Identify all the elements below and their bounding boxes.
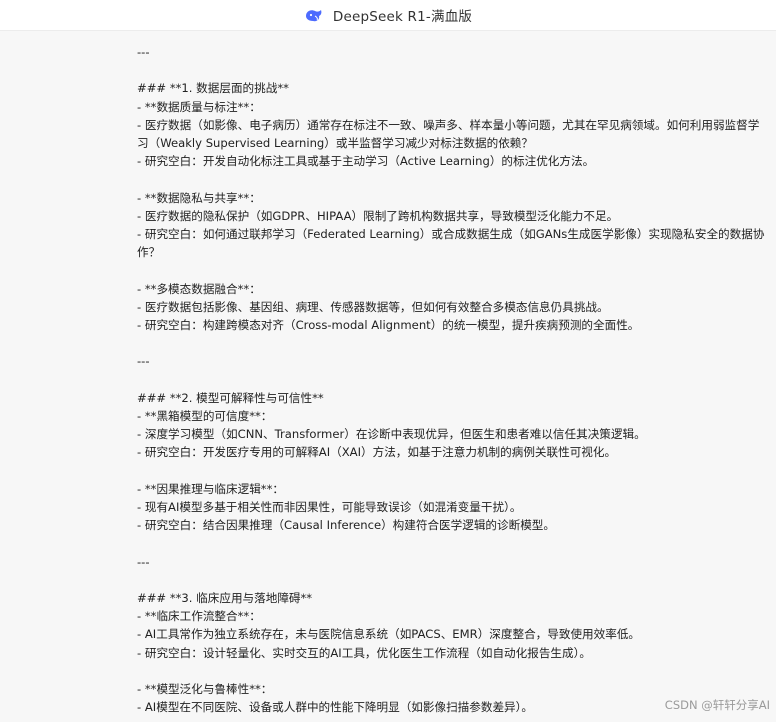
text-line: - 研究空白：构建跨模态对齐（Cross-modal Alignment）的统一… xyxy=(137,318,640,332)
text-line: - **数据质量与标注**： xyxy=(137,99,261,114)
text-line: ### **1. 数据层面的挑战** xyxy=(137,81,289,96)
text-line: - **临床工作流整合**： xyxy=(137,609,261,624)
text-line: - **模型泛化与鲁棒性**： xyxy=(137,681,273,696)
watermark: CSDN @轩轩分享AI xyxy=(664,698,770,712)
text-line: - AI工具常作为独立系统存在，未与医院信息系统（如PACS、EMR）深度整合，… xyxy=(137,627,641,642)
text-line: - 医疗数据的隐私保护（如GDPR、HIPAA）限制了跨机构数据共享，导致模型泛… xyxy=(137,208,619,223)
title-bar: DeepSeek R1-满血版 xyxy=(0,0,776,31)
text-line: - 医疗数据包括影像、基因组、病理、传感器数据等，但如何有效整合多模态信息仍具挑… xyxy=(137,299,609,314)
deepseek-whale-icon xyxy=(304,7,324,23)
window-title: DeepSeek R1-满血版 xyxy=(332,9,473,25)
text-line: - 现有AI模型多基于相关性而非因果性，可能导致误诊（如混淆变量干扰）。 xyxy=(137,499,522,514)
chat-content[interactable]: --- ### **1. 数据层面的挑战** - **数据质量与标注**： - 医疗… xyxy=(0,31,776,722)
text-line: - 深度学习模型（如CNN、Transformer）在诊断中表现优异，但医生和患… xyxy=(137,427,646,442)
text-line: - 研究空白：开发自动化标注工具或基于主动学习（Active Learning）… xyxy=(137,154,595,169)
text-line: --- xyxy=(137,45,150,59)
text-line: - **数据隐私与共享**： xyxy=(137,190,261,205)
text-line: - 研究空白：设计轻量化、实时交互的AI工具，优化医生工作流程（如自动化报告生成… xyxy=(137,645,591,660)
text-line: - **黑箱模型的可信度**： xyxy=(137,408,273,423)
message-body: --- ### **1. 数据层面的挑战** - **数据质量与标注**： - 医疗… xyxy=(137,43,767,716)
text-line: - 研究空白：结合因果推理（Causal Inference）构建符合医学逻辑的… xyxy=(137,518,555,533)
text-line: - 医疗数据（如影像、电子病历）通常存在标注不一致、噪声多、样本量小等问题，尤其… xyxy=(137,117,760,150)
text-line: --- xyxy=(137,554,150,569)
text-line: - 研究空白：开发医疗专用的可解释AI（XAI）方法，如基于注意力机制的病例关联… xyxy=(137,445,617,460)
text-line: - 研究空白：如何通过联邦学习（Federated Learning）或合成数据… xyxy=(137,227,765,260)
text-line: ### **3. 临床应用与落地障碍** xyxy=(137,590,313,605)
text-line: - **多模态数据融合**： xyxy=(137,281,261,296)
text-line: --- xyxy=(137,354,150,369)
text-line: - **因果推理与临床逻辑**： xyxy=(137,481,284,496)
text-line: ### **2. 模型可解释性与可信性** xyxy=(137,390,324,405)
